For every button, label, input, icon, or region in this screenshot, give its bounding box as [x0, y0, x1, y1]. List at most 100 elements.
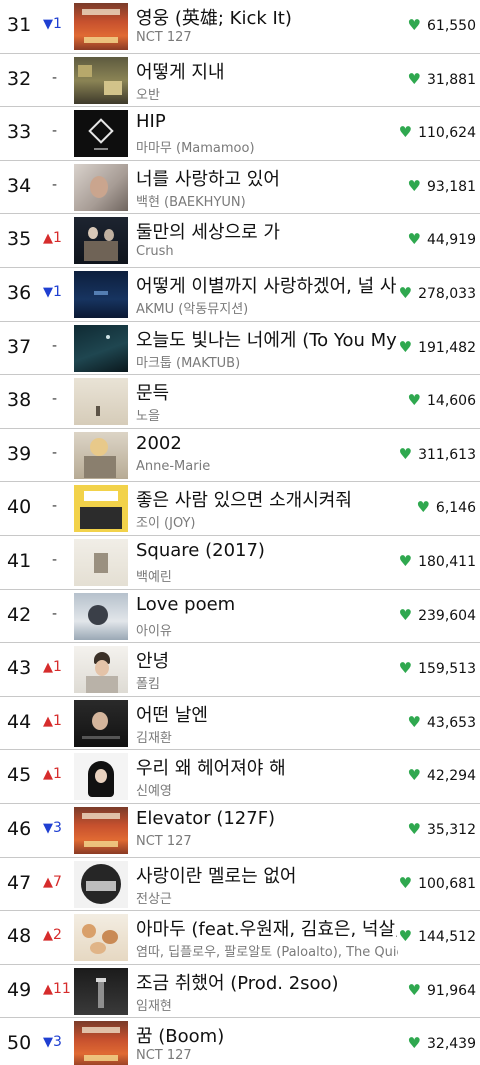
artist-name[interactable]: 염따, 딥플로우, 팔로알토 (Paloalto), The Quiett, 사… [136, 941, 398, 960]
chart-row-35[interactable]: 35 ▲1 둘만의 세상으로 가 Crush ♥ 44,919 [0, 214, 480, 268]
like-count[interactable]: ♥ 239,604 [396, 605, 476, 624]
like-count[interactable]: ♥ 144,512 [396, 927, 476, 946]
chart-row-43[interactable]: 43 ▲1 안녕 폴킴 ♥ 159,513 [0, 643, 480, 697]
like-count[interactable]: ♥ 191,482 [396, 337, 476, 356]
album-cover[interactable] [74, 324, 128, 372]
artist-name[interactable]: NCT 127 [136, 1048, 398, 1063]
song-title[interactable]: 너를 사랑하고 있어 [136, 165, 398, 191]
like-count[interactable]: ♥ 44,919 [405, 230, 476, 249]
heart-icon[interactable]: ♥ [399, 874, 412, 892]
album-cover[interactable] [74, 217, 128, 265]
like-count[interactable]: ♥ 42,294 [405, 766, 476, 785]
chart-row-49[interactable]: 49 ▲11 조금 취했어 (Prod. 2soo) 임재현 ♥ 91,964 [0, 965, 480, 1019]
album-cover[interactable] [74, 806, 128, 854]
chart-row-50[interactable]: 50 ▼3 꿈 (Boom) NCT 127 ♥ 32,439 [0, 1018, 480, 1065]
artist-name[interactable]: NCT 127 [136, 834, 398, 849]
song-title[interactable]: 문득 [136, 379, 398, 405]
song-title[interactable]: 어떤 날엔 [136, 701, 398, 727]
like-count[interactable]: ♥ 31,881 [405, 69, 476, 88]
artist-name[interactable]: Crush [136, 244, 398, 259]
song-title[interactable]: 사랑이란 멜로는 없어 [136, 862, 398, 888]
artist-name[interactable]: 노을 [136, 405, 398, 424]
chart-row-32[interactable]: 32 - 어떻게 지내 오반 ♥ 31,881 [0, 54, 480, 108]
like-count[interactable]: ♥ 93,181 [405, 176, 476, 195]
artist-name[interactable]: 오반 [136, 84, 398, 103]
heart-icon[interactable]: ♥ [408, 766, 421, 784]
heart-icon[interactable]: ♥ [408, 230, 421, 248]
artist-name[interactable]: 김재환 [136, 727, 398, 746]
heart-icon[interactable]: ♥ [408, 981, 421, 999]
heart-icon[interactable]: ♥ [408, 16, 421, 34]
song-title[interactable]: Elevator (127F) [136, 808, 398, 829]
heart-icon[interactable]: ♥ [399, 338, 412, 356]
like-count[interactable]: ♥ 311,613 [396, 444, 476, 463]
song-title[interactable]: 둘만의 세상으로 가 [136, 218, 398, 244]
song-title[interactable]: 우리 왜 헤어져야 해 [136, 754, 398, 780]
song-title[interactable]: 어떻게 지내 [136, 58, 398, 84]
chart-row-37[interactable]: 37 - 오늘도 빛나는 너에게 (To You My Light) 마크툽 (… [0, 322, 480, 376]
song-title[interactable]: 영웅 (英雄; Kick It) [136, 4, 398, 30]
artist-name[interactable]: Anne-Marie [136, 459, 398, 474]
heart-icon[interactable]: ♥ [408, 391, 421, 409]
artist-name[interactable]: 백예린 [136, 566, 398, 585]
chart-row-33[interactable]: 33 - HIP 마마무 (Mamamoo) ♥ 110,624 [0, 107, 480, 161]
like-count[interactable]: ♥ 110,624 [396, 123, 476, 142]
artist-name[interactable]: 백현 (BAEKHYUN) [136, 191, 398, 210]
song-title[interactable]: 2002 [136, 433, 398, 454]
artist-name[interactable]: 아이유 [136, 620, 398, 639]
song-title[interactable]: 어떻게 이별까지 사랑하겠어, 널 사랑하는 거지 [136, 272, 398, 298]
album-cover[interactable] [74, 485, 128, 533]
artist-name[interactable]: 조이 (JOY) [136, 512, 398, 531]
heart-icon[interactable]: ♥ [408, 1034, 421, 1052]
like-count[interactable]: ♥ 278,033 [396, 283, 476, 302]
song-title[interactable]: 꿈 (Boom) [136, 1022, 398, 1048]
album-cover[interactable] [74, 646, 128, 694]
artist-name[interactable]: AKMU (악동뮤지션) [136, 298, 398, 317]
like-count[interactable]: ♥ 6,146 [414, 498, 476, 517]
song-title[interactable]: 조금 취했어 (Prod. 2soo) [136, 969, 398, 995]
heart-icon[interactable]: ♥ [408, 713, 421, 731]
chart-row-39[interactable]: 39 - 2002 Anne-Marie ♥ 311,613 [0, 429, 480, 483]
artist-name[interactable]: 임재현 [136, 995, 398, 1014]
artist-name[interactable]: NCT 127 [136, 30, 398, 45]
album-cover[interactable] [74, 110, 128, 158]
song-title[interactable]: Square (2017) [136, 540, 398, 561]
heart-icon[interactable]: ♥ [408, 177, 421, 195]
song-title[interactable]: 오늘도 빛나는 너에게 (To You My Light) [136, 326, 398, 352]
heart-icon[interactable]: ♥ [399, 123, 412, 141]
chart-row-40[interactable]: 40 - 좋은 사람 있으면 소개시켜줘 조이 (JOY) ♥ 6,146 [0, 482, 480, 536]
like-count[interactable]: ♥ 180,411 [396, 551, 476, 570]
chart-row-46[interactable]: 46 ▼3 Elevator (127F) NCT 127 ♥ 35,312 [0, 804, 480, 858]
song-title[interactable]: 안녕 [136, 647, 398, 673]
heart-icon[interactable]: ♥ [399, 284, 412, 302]
like-count[interactable]: ♥ 91,964 [405, 980, 476, 999]
album-cover[interactable] [74, 431, 128, 479]
heart-icon[interactable]: ♥ [399, 659, 412, 677]
song-title[interactable]: Love poem [136, 594, 398, 615]
heart-icon[interactable]: ♥ [399, 552, 412, 570]
like-count[interactable]: ♥ 43,653 [405, 712, 476, 731]
album-cover[interactable] [74, 1021, 128, 1065]
album-cover[interactable] [74, 56, 128, 104]
song-title[interactable]: 아마두 (feat.우원재, 김효은, 넉살, Huckleberry P) [136, 915, 398, 941]
chart-row-34[interactable]: 34 - 너를 사랑하고 있어 백현 (BAEKHYUN) ♥ 93,181 [0, 161, 480, 215]
heart-icon[interactable]: ♥ [399, 606, 412, 624]
heart-icon[interactable]: ♥ [399, 927, 412, 945]
heart-icon[interactable]: ♥ [408, 820, 421, 838]
like-count[interactable]: ♥ 32,439 [405, 1034, 476, 1053]
like-count[interactable]: ♥ 35,312 [405, 819, 476, 838]
artist-name[interactable]: 폴킴 [136, 673, 398, 692]
artist-name[interactable]: 마마무 (Mamamoo) [136, 137, 398, 156]
heart-icon[interactable]: ♥ [399, 445, 412, 463]
chart-row-41[interactable]: 41 - Square (2017) 백예린 ♥ 180,411 [0, 536, 480, 590]
album-cover[interactable] [74, 538, 128, 586]
album-cover[interactable] [74, 699, 128, 747]
chart-row-48[interactable]: 48 ▲2 아마두 (feat.우원재, 김효은, 넉살, Huckleberr… [0, 911, 480, 965]
chart-row-47[interactable]: 47 ▲7 사랑이란 멜로는 없어 전상근 ♥ 100,681 [0, 858, 480, 912]
album-cover[interactable] [74, 270, 128, 318]
album-cover[interactable] [74, 378, 128, 426]
artist-name[interactable]: 마크툽 (MAKTUB) [136, 352, 398, 371]
chart-row-44[interactable]: 44 ▲1 어떤 날엔 김재환 ♥ 43,653 [0, 697, 480, 751]
like-count[interactable]: ♥ 14,606 [405, 391, 476, 410]
artist-name[interactable]: 전상근 [136, 888, 398, 907]
